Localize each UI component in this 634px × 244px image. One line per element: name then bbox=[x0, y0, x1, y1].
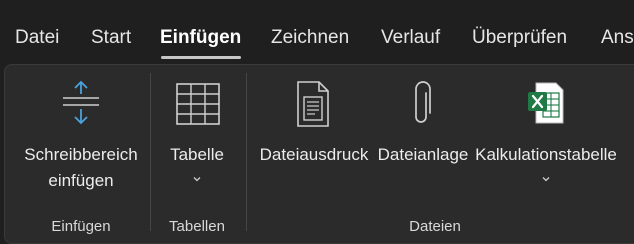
table-label: Tabelle bbox=[170, 145, 224, 164]
ribbon-tab-bar: Datei Start Einfügen Zeichnen Verlauf Üb… bbox=[0, 0, 634, 64]
tab-ansicht[interactable]: Ans bbox=[601, 26, 634, 50]
excel-icon bbox=[528, 82, 564, 124]
tab-datei[interactable]: Datei bbox=[15, 26, 59, 50]
group-separator bbox=[246, 73, 247, 231]
active-tab-indicator bbox=[161, 56, 241, 59]
spreadsheet-button[interactable]: Kalkulationstabelle bbox=[471, 71, 621, 201]
file-printout-label: Dateiausdruck bbox=[259, 145, 369, 164]
app-window: Datei Start Einfügen Zeichnen Verlauf Üb… bbox=[0, 0, 634, 244]
tab-einfuegen[interactable]: Einfügen bbox=[160, 26, 241, 50]
table-button[interactable]: Tabelle bbox=[157, 71, 237, 201]
tab-verlauf[interactable]: Verlauf bbox=[381, 26, 440, 50]
chevron-down-icon bbox=[542, 177, 550, 182]
group-separator bbox=[150, 73, 151, 231]
tab-ueberpruefen[interactable]: Überprüfen bbox=[472, 26, 567, 50]
file-attachment-button[interactable]: Dateianlage bbox=[375, 71, 471, 201]
insert-space-label-line1: Schreibbereich bbox=[24, 145, 138, 164]
group-label-dateien: Dateien bbox=[409, 218, 461, 235]
ribbon-panel: Schreibbereich einfügen Einfügen Tabelle… bbox=[4, 64, 634, 244]
file-printout-icon bbox=[297, 81, 329, 127]
file-attachment-label: Dateianlage bbox=[377, 145, 469, 164]
tab-zeichnen[interactable]: Zeichnen bbox=[271, 26, 349, 50]
chevron-down-icon bbox=[193, 177, 201, 182]
group-label-tabellen: Tabellen bbox=[169, 218, 225, 235]
tab-start[interactable]: Start bbox=[91, 26, 131, 50]
file-printout-button[interactable]: Dateiausdruck bbox=[255, 71, 373, 201]
insert-space-button[interactable]: Schreibbereich einfügen bbox=[13, 71, 149, 201]
paperclip-icon bbox=[415, 81, 431, 123]
spreadsheet-label: Kalkulationstabelle bbox=[475, 145, 617, 164]
insert-space-label-line2: einfügen bbox=[48, 171, 114, 190]
insert-space-icon bbox=[63, 80, 99, 125]
table-icon bbox=[176, 83, 220, 125]
group-label-einfuegen: Einfügen bbox=[51, 218, 111, 235]
